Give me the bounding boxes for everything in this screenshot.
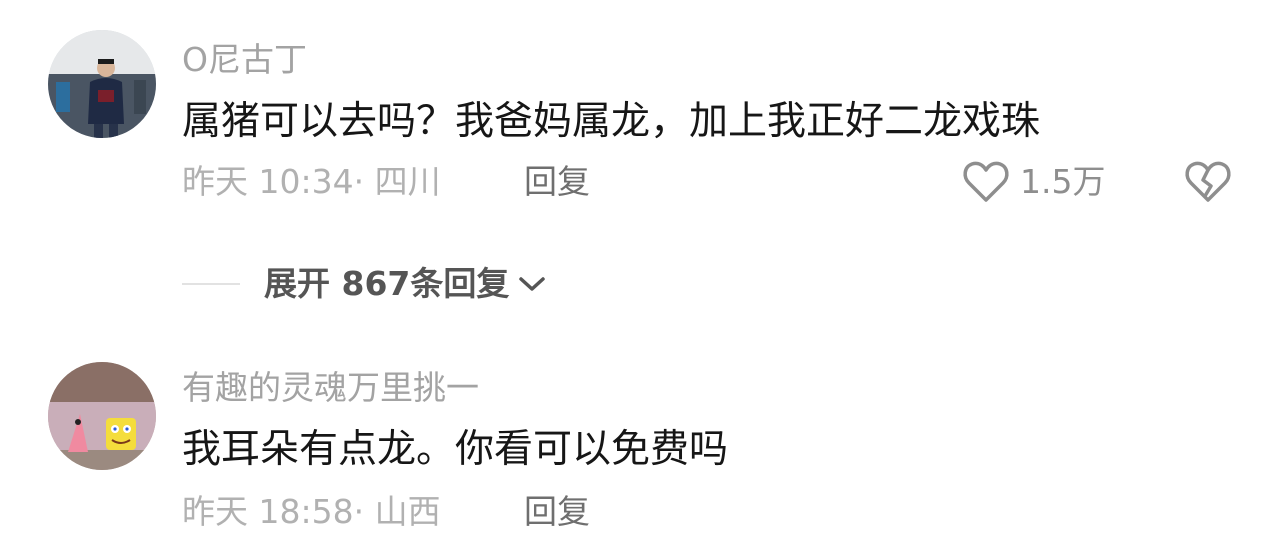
avatar[interactable] bbox=[48, 362, 156, 470]
comment-text: 我耳朵有点龙。你看可以免费吗 bbox=[182, 427, 729, 472]
username[interactable]: 有趣的灵魂万里挑一 bbox=[182, 368, 479, 408]
comment-item: 有趣的灵魂万里挑一 我耳朵有点龙。你看可以免费吗 昨天 18:58· 山西 回复 bbox=[0, 0, 1284, 560]
cartoon-avatar-icon bbox=[48, 362, 156, 470]
comment-meta: 昨天 18:58· 山西 bbox=[182, 492, 441, 531]
reply-button[interactable]: 回复 bbox=[524, 492, 590, 532]
